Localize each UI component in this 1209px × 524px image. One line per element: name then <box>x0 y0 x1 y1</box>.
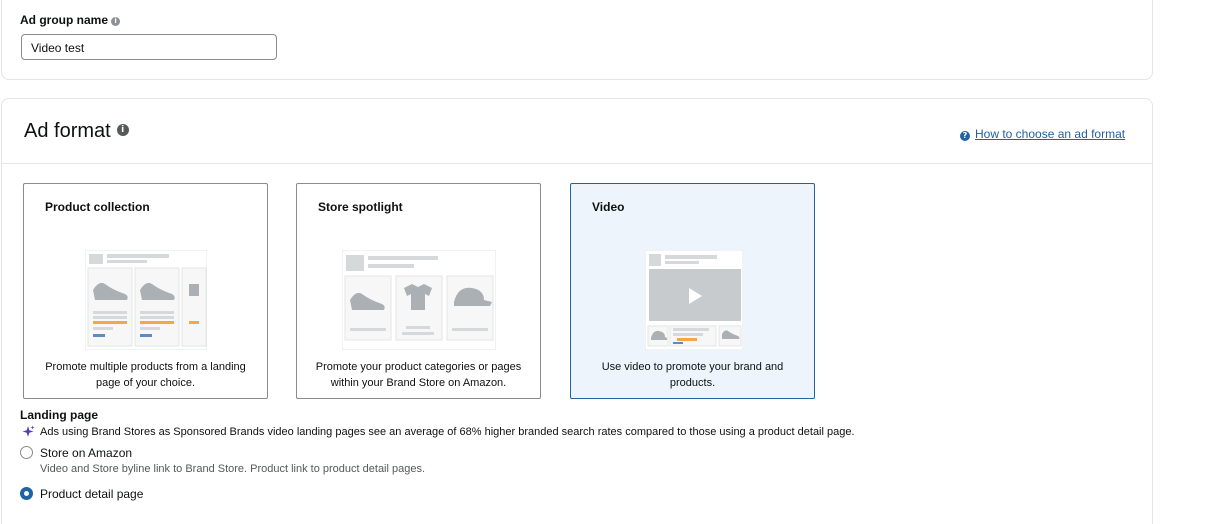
ad-format-title: Ad format i <box>24 120 129 143</box>
tile-description: Use video to promote your brand and prod… <box>601 361 784 389</box>
info-icon[interactable]: i <box>116 124 129 136</box>
tile-description: Promote your product categories or pages… <box>315 361 522 389</box>
tile-description: Promote multiple products from a landing… <box>45 361 246 389</box>
ad-group-card: Ad group name i Video test <box>1 0 1153 80</box>
option-desc-store: Video and Store byline link to Brand Sto… <box>40 463 426 475</box>
divider <box>2 163 1152 164</box>
help-icon: ? <box>960 131 970 141</box>
help-link[interactable]: ? How to choose an ad format <box>960 125 1125 143</box>
ad-format-card: Ad format i ? How to choose an ad format P… <box>1 98 1153 524</box>
radio-store-on-amazon[interactable] <box>20 446 33 459</box>
tile-title: Store spotlight <box>318 200 403 214</box>
store-spotlight-illustration <box>342 250 496 350</box>
landing-page-title: Landing page <box>20 408 98 422</box>
tile-product-collection[interactable]: Product collection Promote multiple prod… <box>23 183 268 399</box>
ad-group-name-label: Ad group name i <box>20 13 121 27</box>
radio-product-detail-page[interactable] <box>20 487 33 500</box>
product-collection-illustration <box>85 250 207 350</box>
tile-title: Video <box>592 200 625 214</box>
option-label-store[interactable]: Store on Amazon <box>40 446 132 460</box>
landing-tip: Ads using Brand Stores as Sponsored Bran… <box>22 425 855 438</box>
ad-group-name-input[interactable]: Video test <box>21 34 277 60</box>
sparkle-icon <box>22 425 35 437</box>
video-illustration <box>645 250 743 350</box>
option-label-product-detail[interactable]: Product detail page <box>40 487 143 501</box>
info-icon[interactable]: i <box>111 17 121 26</box>
tile-store-spotlight[interactable]: Store spotlight Promote your product cat… <box>296 183 541 399</box>
tile-title: Product collection <box>45 200 150 214</box>
tile-video[interactable]: Video Use video to promote your brand an… <box>570 183 815 399</box>
